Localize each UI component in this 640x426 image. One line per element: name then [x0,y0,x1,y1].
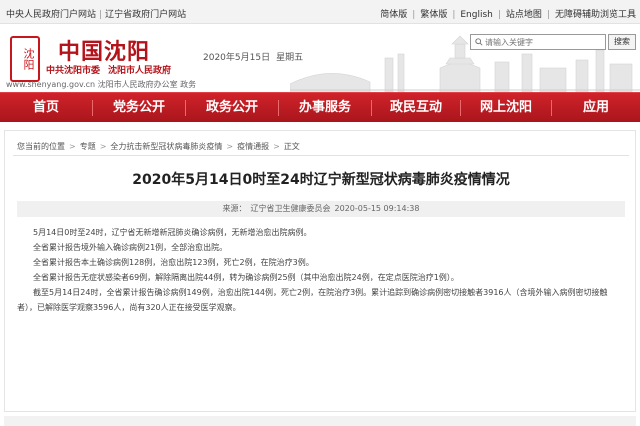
breadcrumb-separator: > [226,142,234,151]
breadcrumb-covid[interactable]: 全力抗击新型冠状病毒肺炎疫情 [110,142,222,151]
top-links-right: 简体版 | 繁体版 | English | 站点地图 | 无障碍辅助浏览工具 [380,7,636,20]
nav-item-gov-affairs[interactable]: 政务公开 [186,93,278,123]
footer-strip [4,416,636,426]
divider: | [497,10,501,20]
nav-item-interaction[interactable]: 政民互动 [372,93,460,123]
breadcrumb-separator: > [273,142,280,151]
nav-item-online-shenyang[interactable]: 网上沈阳 [461,93,551,123]
article-paragraph: 5月14日0时至24时，辽宁省无新增新冠肺炎确诊病例，无新增治愈出院病例。 [33,228,312,237]
divider: | [546,10,550,20]
article-source: 辽宁省卫生健康委员会 [250,204,331,213]
search-icon [475,38,483,46]
link-english[interactable]: English [460,10,493,20]
search-input[interactable] [485,36,603,48]
divider [13,155,629,156]
breadcrumb-bulletin[interactable]: 疫情通报 [237,142,269,151]
org-gov: 沈阳市人民政府 [108,66,172,76]
nav-item-services[interactable]: 办事服务 [279,93,371,123]
link-central-gov[interactable]: 中央人民政府门户网站 [6,7,96,20]
city-emblem-icon[interactable]: 沈阳 [10,36,40,82]
article-paragraph: 全省累计报告本土确诊病例128例，治愈出院123例，死亡2例，在院治疗3例。 [33,258,314,267]
article-body: 5月14日0时至24时，辽宁省无新增新冠肺炎确诊病例，无新增治愈出院病例。 全省… [17,225,625,315]
site-name[interactable]: 中国沈阳 [58,34,150,66]
article-datetime: 2020-05-15 09:14:38 [334,204,420,213]
article-card: 您当前的位置 > 专题 > 全力抗击新型冠状病毒肺炎疫情 > 疫情通报 > 正文 2020年5月… [4,130,636,412]
nav-item-apps[interactable]: 应用 [552,93,640,123]
date-text: 2020年5月15日 [203,53,271,63]
breadcrumb-separator: > [99,142,107,151]
divider: | [99,10,103,20]
site-org-line: 中共沈阳市委 沈阳市人民政府 [46,63,179,76]
article-paragraph: 全省累计报告无症状感染者69例，解除隔离出院44例，转为确诊病例25例（其中治愈… [33,273,459,282]
search-button[interactable]: 搜索 [608,34,636,50]
org-party: 中共沈阳市委 [46,66,101,76]
source-label: 来源： [222,204,247,213]
divider: | [412,10,416,20]
article-paragraph: 截至5月14日24时，全省累计报告确诊病例149例，治愈出院144例，死亡2例，… [17,288,608,312]
breadcrumb-separator: > [69,142,76,151]
emblem-text: 沈阳 [22,48,35,70]
link-liaoning-gov[interactable]: 辽宁省政府门户网站 [105,7,186,20]
link-simplified[interactable]: 简体版 [380,7,407,20]
breadcrumb-topics[interactable]: 专题 [80,142,96,151]
nav-item-party-affairs[interactable]: 党务公开 [93,93,185,123]
site-header: 沈阳 中国沈阳 中共沈阳市委 沈阳市人民政府 www.shenyang.gov.c… [0,24,640,92]
divider: | [452,10,456,20]
main-nav: 首页 党务公开 政务公开 办事服务 政民互动 网上沈阳 应用 [0,92,640,122]
article-paragraph: 全省累计报告境外输入确诊病例21例，全部治愈出院。 [33,243,228,252]
top-utility-bar: 中央人民政府门户网站 | 辽宁省政府门户网站 简体版 | 繁体版 | English | 站点地… [0,0,640,24]
breadcrumb: 您当前的位置 > 专题 > 全力抗击新型冠状病毒肺炎疫情 > 疫情通报 > 正文 [17,141,300,152]
breadcrumb-current: 正文 [283,142,300,151]
article-meta: 来源： 辽宁省卫生健康委员会 2020-05-15 09:14:38 [17,201,625,217]
search-box[interactable] [470,34,606,50]
top-links-left: 中央人民政府门户网站 | 辽宁省政府门户网站 [6,7,186,20]
breadcrumb-label: 您当前的位置 [17,142,65,151]
link-accessibility[interactable]: 无障碍辅助浏览工具 [555,7,636,20]
link-sitemap[interactable]: 站点地图 [506,7,542,20]
site-domain: www.shenyang.gov.cn 沈阳市人民政府办公室 政务 [6,80,197,89]
nav-item-home[interactable]: 首页 [0,93,92,123]
article-title: 2020年5月14日0时至24时辽宁新型冠状病毒肺炎疫情情况 [132,172,510,188]
link-traditional[interactable]: 繁体版 [420,7,447,20]
